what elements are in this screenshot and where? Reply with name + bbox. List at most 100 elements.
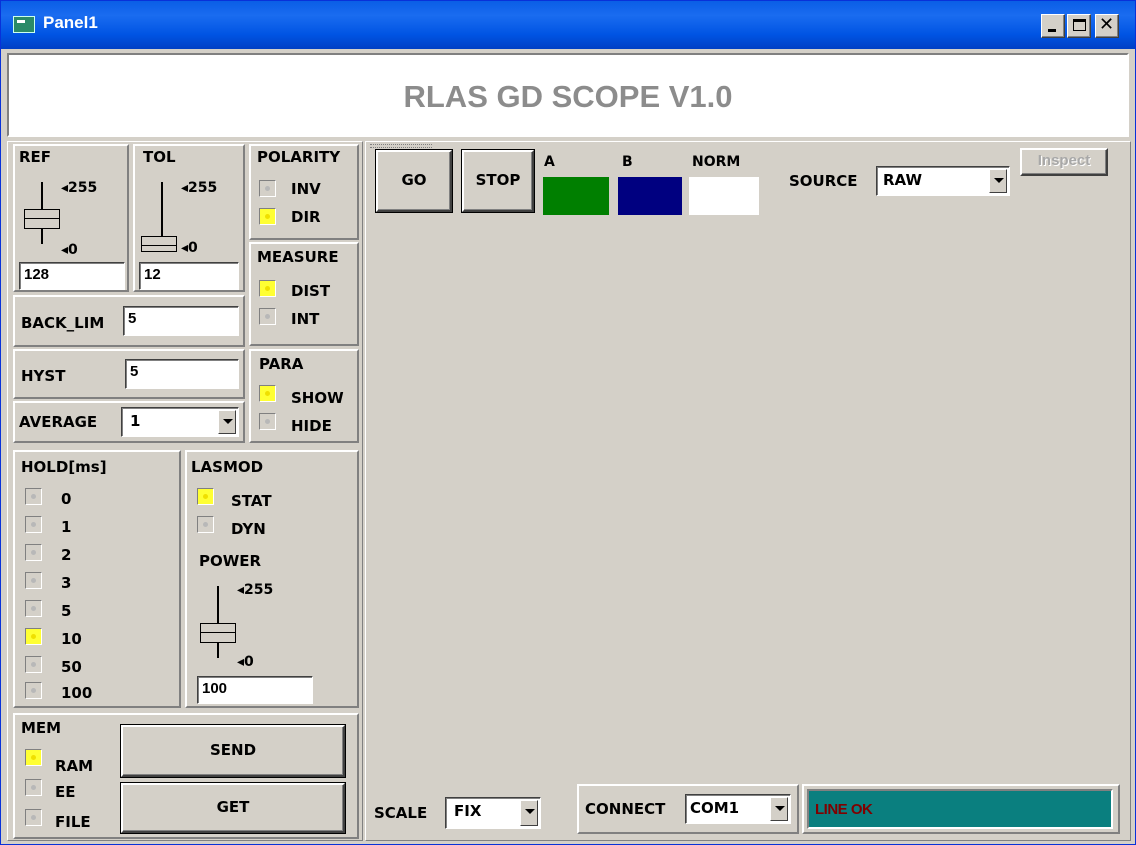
polarity-group: POLARITY INV DIR [249, 144, 359, 240]
lasmod-dyn-label: DYN [231, 520, 266, 538]
mem-group: MEM RAM EE FILE SEND GET [13, 713, 359, 839]
polarity-inv-label: INV [291, 180, 321, 198]
app-window: Panel1 ✕ RLAS GD SCOPE V1.0 REF ◂255 ◂0 … [0, 0, 1136, 845]
chevron-down-icon[interactable] [770, 797, 788, 821]
legend-a-swatch [543, 177, 609, 215]
send-button[interactable]: SEND [121, 725, 345, 777]
polarity-inv-led[interactable] [259, 180, 276, 197]
minimize-button[interactable] [1041, 14, 1065, 38]
minimize-icon [1048, 29, 1056, 32]
hold-0-led[interactable] [25, 488, 42, 505]
page-title: RLAS GD SCOPE V1.0 [403, 79, 733, 114]
tol-slider-thumb[interactable] [141, 236, 177, 252]
ref-min: 0 [68, 242, 78, 258]
mem-ram-label: RAM [55, 757, 94, 775]
connect-value: COM1 [690, 799, 740, 817]
back-lim-field[interactable]: 5 [123, 306, 239, 336]
measure-dist-led[interactable] [259, 280, 276, 297]
mem-ee-label: EE [55, 783, 76, 801]
scale-select[interactable]: FIX [445, 797, 541, 829]
ref-label: REF [19, 148, 52, 166]
power-slider-thumb[interactable] [200, 623, 236, 643]
power-value-field[interactable]: 100 [197, 676, 313, 704]
stop-button[interactable]: STOP [462, 150, 534, 212]
status-group: LINE OK [802, 784, 1120, 834]
mem-file-label: FILE [55, 813, 91, 831]
tol-value-field[interactable]: 12 [139, 262, 239, 290]
app-icon [13, 16, 35, 33]
legend-norm-swatch [689, 177, 759, 215]
lasmod-dyn-led[interactable] [197, 516, 214, 533]
scale-label: SCALE [374, 804, 428, 822]
hyst-field[interactable]: 5 [125, 359, 239, 389]
window-title: Panel1 [43, 13, 98, 32]
polarity-label: POLARITY [257, 148, 341, 166]
get-button[interactable]: GET [121, 783, 345, 833]
connect-select[interactable]: COM1 [685, 794, 791, 824]
legend-b-swatch [618, 177, 682, 215]
tol-min-label: ◂0 [181, 240, 198, 256]
ref-value-field[interactable]: 128 [19, 262, 125, 290]
mem-label: MEM [21, 719, 62, 737]
go-button[interactable]: GO [376, 150, 452, 212]
close-button[interactable]: ✕ [1095, 14, 1119, 38]
tol-max-label: ◂255 [181, 180, 218, 196]
legend-norm-label: NORM [692, 154, 741, 170]
status-display: LINE OK [807, 789, 1113, 829]
lasmod-stat-led[interactable] [197, 488, 214, 505]
hold-1-label: 1 [61, 518, 72, 536]
source-value: RAW [883, 171, 923, 189]
inspect-button[interactable]: Inspect [1020, 148, 1108, 176]
chevron-down-icon[interactable] [989, 169, 1007, 193]
measure-group: MEASURE DIST INT [249, 242, 359, 346]
para-show-led[interactable] [259, 385, 276, 402]
hold-50-led[interactable] [25, 656, 42, 673]
ref-slider-thumb[interactable] [24, 209, 60, 229]
hold-3-led[interactable] [25, 572, 42, 589]
chevron-down-icon[interactable] [218, 410, 236, 434]
back-lim-group: BACK_LIM 5 [13, 295, 245, 347]
ref-min-label: ◂0 [61, 242, 78, 258]
power-min-label: ◂0 [237, 654, 254, 670]
mem-ee-led[interactable] [25, 779, 42, 796]
hold-10-led[interactable] [25, 628, 42, 645]
para-hide-led[interactable] [259, 413, 276, 430]
hold-0-label: 0 [61, 490, 72, 508]
average-label: AVERAGE [19, 413, 98, 431]
tol-slider-track [161, 182, 163, 244]
header-banner: RLAS GD SCOPE V1.0 [7, 53, 1129, 137]
ref-max: 255 [68, 180, 98, 196]
source-select[interactable]: RAW [876, 166, 1010, 196]
para-group: PARA SHOW HIDE [249, 349, 359, 443]
back-lim-label: BACK_LIM [21, 314, 105, 332]
hold-2-led[interactable] [25, 544, 42, 561]
maximize-button[interactable] [1067, 14, 1091, 38]
chevron-down-icon[interactable] [520, 800, 538, 826]
lasmod-label: LASMOD [191, 458, 264, 476]
status-text: LINE OK [815, 801, 873, 818]
hold-10-label: 10 [61, 630, 82, 648]
measure-int-led[interactable] [259, 308, 276, 325]
hold-1-led[interactable] [25, 516, 42, 533]
para-show-label: SHOW [291, 389, 344, 407]
average-select[interactable]: 1 [121, 407, 239, 437]
power-max-label: ◂255 [237, 582, 274, 598]
title-bar[interactable]: Panel1 ✕ [1, 1, 1135, 49]
source-label: SOURCE [789, 172, 858, 190]
measure-dist-label: DIST [291, 282, 331, 300]
power-min: 0 [244, 654, 254, 670]
hyst-label: HYST [21, 367, 66, 385]
close-icon: ✕ [1099, 14, 1115, 35]
legend-b-label: B [622, 154, 633, 170]
connect-label: CONNECT [585, 800, 666, 818]
mem-ram-led[interactable] [25, 749, 42, 766]
hold-2-label: 2 [61, 546, 72, 564]
ref-max-label: ◂255 [61, 180, 98, 196]
hold-100-led[interactable] [25, 682, 42, 699]
power-slider-track [217, 586, 219, 658]
measure-label: MEASURE [257, 248, 339, 266]
average-value: 1 [130, 412, 141, 430]
polarity-dir-led[interactable] [259, 208, 276, 225]
mem-file-led[interactable] [25, 809, 42, 826]
hold-5-led[interactable] [25, 600, 42, 617]
